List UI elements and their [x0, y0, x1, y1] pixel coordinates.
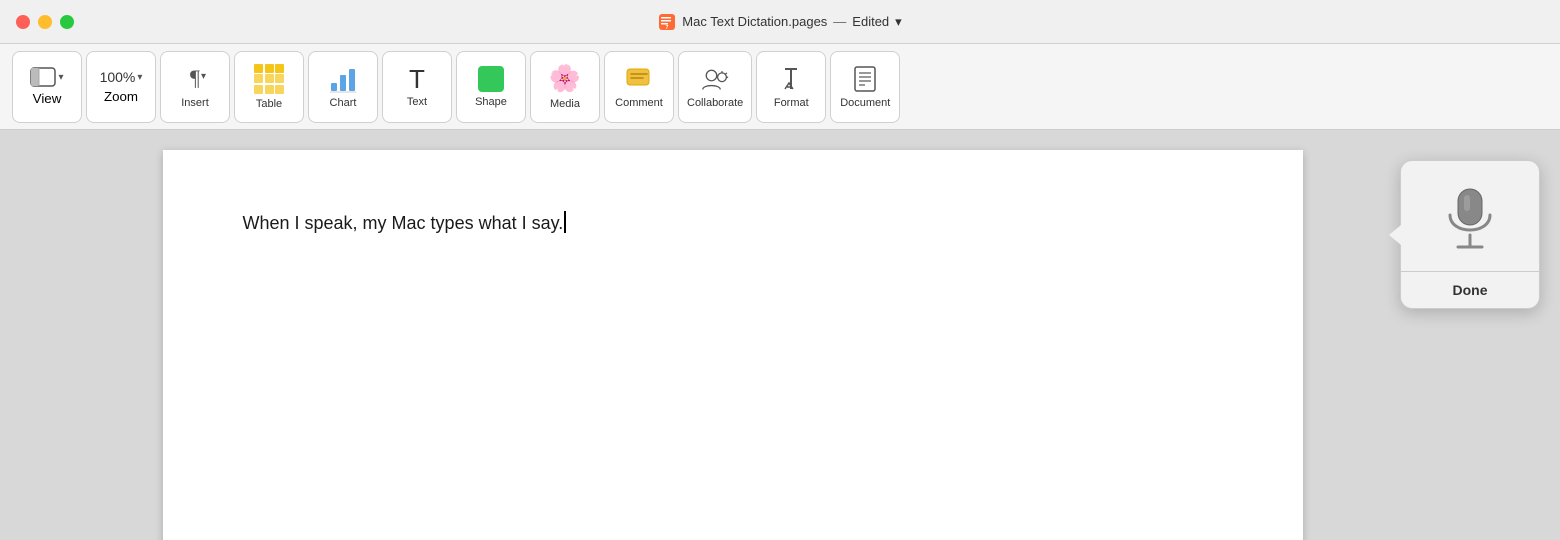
document-title: Mac Text Dictation.pages	[682, 14, 827, 29]
comment-button[interactable]: Comment	[604, 51, 674, 123]
comment-icon	[625, 65, 653, 93]
document-icon	[851, 65, 879, 93]
document-label: Document	[840, 97, 890, 109]
text-label: Text	[407, 96, 427, 108]
zoom-button[interactable]: 100% ▾ Zoom	[86, 51, 156, 123]
title-chevron[interactable]: ▾	[895, 14, 902, 30]
svg-text:¶: ¶	[190, 65, 200, 90]
collaborate-icon	[701, 65, 729, 93]
maximize-button[interactable]	[60, 15, 74, 29]
view-chevron: ▾	[58, 72, 63, 83]
shape-label: Shape	[475, 96, 507, 108]
media-label: Media	[550, 98, 580, 110]
svg-text:7: 7	[666, 25, 669, 31]
document-status: Edited	[852, 14, 889, 29]
title-separator: —	[833, 14, 846, 29]
insert-button[interactable]: ¶ ▾ Insert	[160, 51, 230, 123]
body-text: When I speak, my Mac types what I say.	[243, 213, 564, 233]
media-icon: 🌸	[549, 63, 581, 94]
collaborate-label: Collaborate	[687, 97, 743, 109]
text-icon: T	[409, 66, 425, 92]
comment-label: Comment	[615, 97, 663, 109]
chart-icon	[329, 65, 357, 93]
title-bar-text: 7 Mac Text Dictation.pages — Edited ▾	[658, 13, 901, 31]
main-area: When I speak, my Mac types what I say.	[0, 130, 1560, 540]
chart-button[interactable]: Chart	[308, 51, 378, 123]
collaborate-button[interactable]: Collaborate	[678, 51, 752, 123]
text-button[interactable]: T Text	[382, 51, 452, 123]
view-icon-row: ▾	[30, 67, 63, 87]
sidebar-right: Done	[1360, 130, 1560, 540]
table-button[interactable]: Table	[234, 51, 304, 123]
title-bar: 7 Mac Text Dictation.pages — Edited ▾	[0, 0, 1560, 44]
shape-icon	[478, 66, 504, 92]
table-label: Table	[256, 98, 282, 110]
mic-area	[1424, 161, 1516, 271]
insert-icon: ¶ ▾	[182, 65, 208, 93]
zoom-label: Zoom	[104, 89, 138, 104]
view-button[interactable]: ▾ View	[12, 51, 82, 123]
pages-icon: 7	[658, 13, 676, 31]
format-icon	[777, 65, 805, 93]
table-icon	[254, 64, 284, 94]
document-canvas: When I speak, my Mac types what I say.	[105, 130, 1360, 540]
view-icon	[30, 67, 56, 87]
done-button[interactable]: Done	[1401, 272, 1539, 308]
document-button[interactable]: Document	[830, 51, 900, 123]
svg-text:▾: ▾	[201, 71, 206, 82]
insert-label: Insert	[181, 97, 209, 109]
minimize-button[interactable]	[38, 15, 52, 29]
sidebar-left	[0, 130, 105, 540]
close-button[interactable]	[16, 15, 30, 29]
zoom-chevron: ▾	[137, 72, 142, 83]
text-cursor	[564, 211, 566, 233]
toolbar: ▾ View 100% ▾ Zoom ¶ ▾ Insert Ta	[0, 44, 1560, 130]
view-label: View	[33, 91, 62, 106]
format-button[interactable]: Format	[756, 51, 826, 123]
page-content[interactable]: When I speak, my Mac types what I say.	[243, 210, 1223, 237]
page[interactable]: When I speak, my Mac types what I say.	[163, 150, 1303, 540]
dictation-popup: Done	[1400, 160, 1540, 309]
media-button[interactable]: 🌸 Media	[530, 51, 600, 123]
window-controls	[16, 15, 74, 29]
microphone-icon	[1440, 185, 1500, 255]
zoom-value: 100%	[100, 69, 136, 85]
format-label: Format	[774, 97, 809, 109]
shape-button[interactable]: Shape	[456, 51, 526, 123]
chart-label: Chart	[330, 97, 357, 109]
